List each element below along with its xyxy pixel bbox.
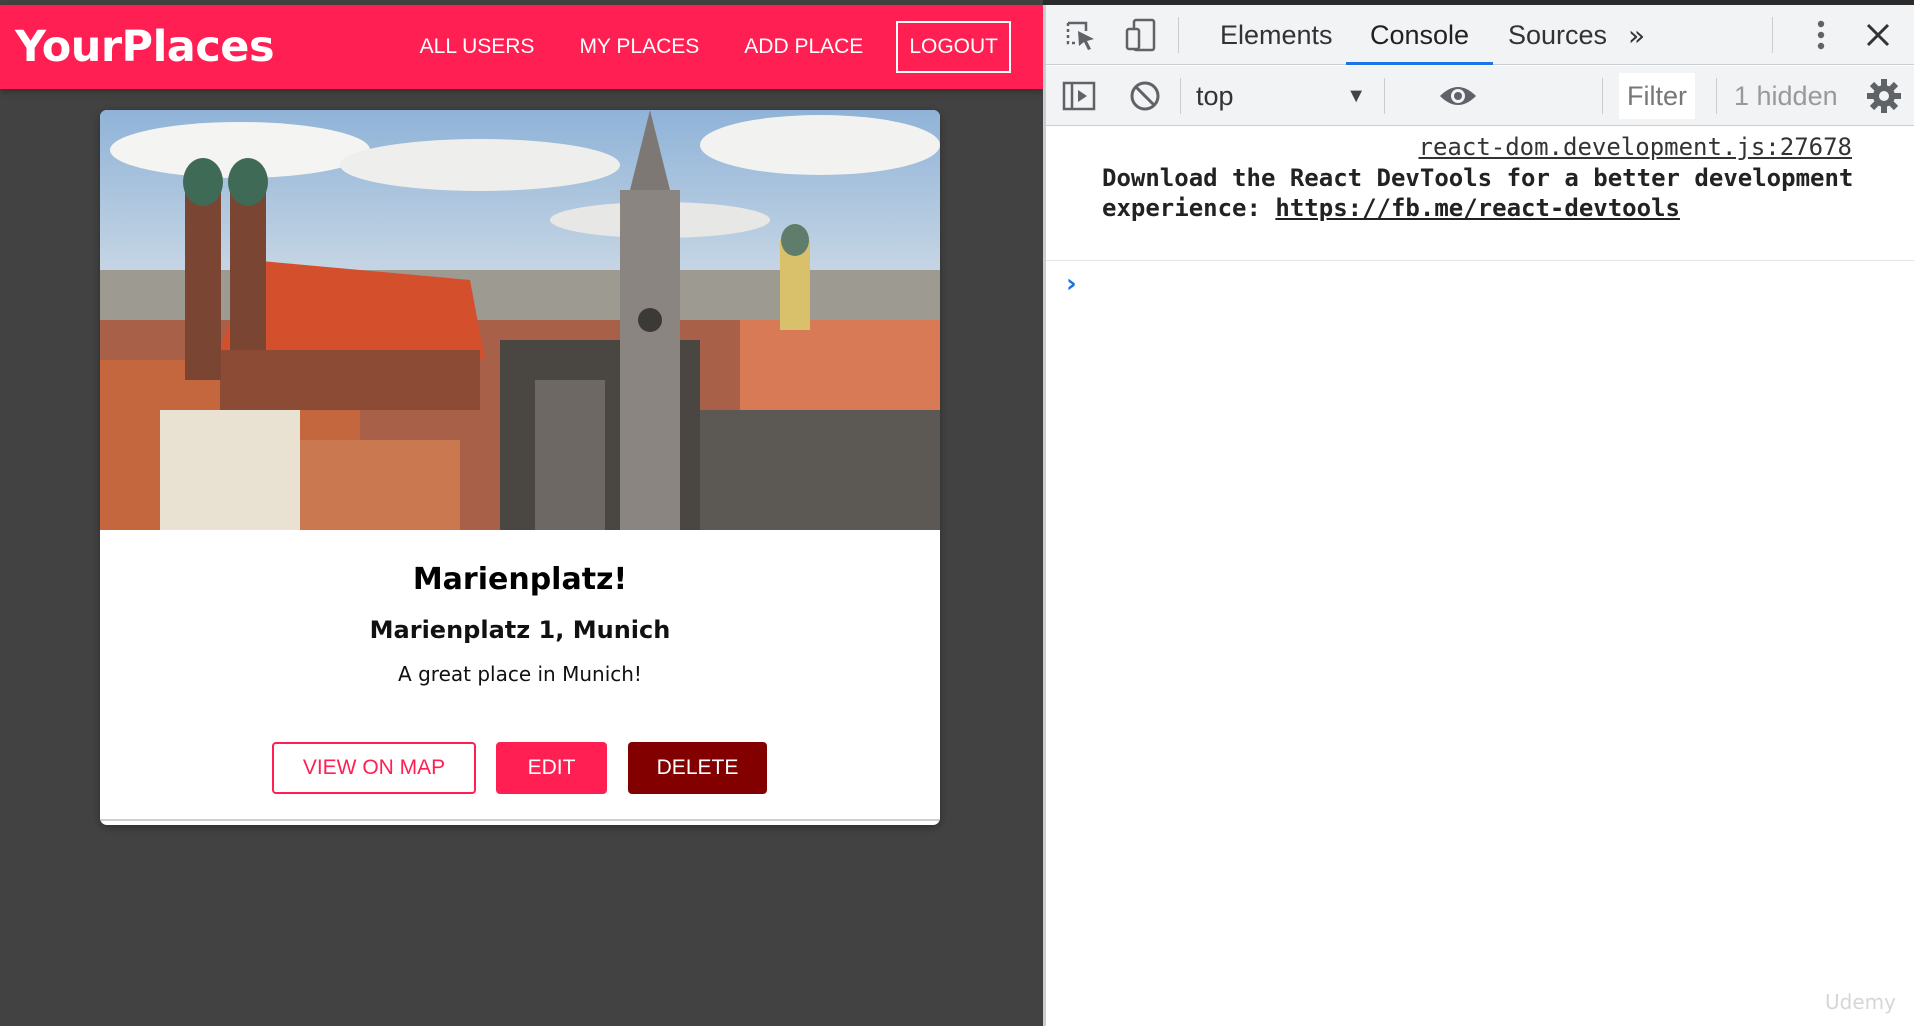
clear-console-icon[interactable] bbox=[1128, 79, 1162, 117]
device-toolbar-svg bbox=[1125, 18, 1156, 52]
console-output: react-dom.development.js:27678 Download … bbox=[1046, 127, 1914, 1026]
toolbar-separator bbox=[1180, 78, 1181, 114]
gear-svg bbox=[1867, 79, 1901, 113]
devtools-tabbar: Elements Console Sources » bbox=[1046, 5, 1914, 65]
sidebar-toggle-svg bbox=[1062, 81, 1096, 111]
message-source-link[interactable]: react-dom.development.js:27678 bbox=[1419, 133, 1852, 161]
place-address: Marienplatz 1, Munich bbox=[369, 616, 671, 644]
kebab-svg bbox=[1817, 20, 1825, 50]
nav-add-place[interactable]: ADD PLACE bbox=[744, 21, 863, 73]
divider bbox=[100, 819, 940, 821]
delete-button[interactable]: DELETE bbox=[628, 742, 767, 794]
toolbar-separator bbox=[1178, 17, 1179, 53]
tab-sources[interactable]: Sources bbox=[1484, 5, 1631, 65]
logout-button[interactable]: LOGOUT bbox=[896, 21, 1011, 73]
place-title: Marienplatz! bbox=[412, 562, 628, 597]
message-url-link[interactable]: https://fb.me/react-devtools bbox=[1275, 194, 1680, 222]
view-on-map-button[interactable]: VIEW ON MAP bbox=[272, 742, 476, 794]
eye-icon[interactable] bbox=[1438, 82, 1478, 114]
eye-svg bbox=[1440, 87, 1476, 105]
toolbar-separator bbox=[1772, 17, 1773, 53]
inspect-element-icon[interactable] bbox=[1064, 19, 1098, 57]
message-text: Download the React DevTools for a better… bbox=[1102, 163, 1882, 223]
console-toolbar: top ▼ Filter 1 hidden bbox=[1046, 66, 1914, 126]
toolbar-separator bbox=[1716, 78, 1717, 114]
tab-elements[interactable]: Elements bbox=[1196, 5, 1357, 65]
sidebar-toggle-icon[interactable] bbox=[1062, 79, 1096, 117]
main-navigation: ALL USERS MY PLACES ADD PLACE LOGOUT bbox=[420, 21, 1011, 73]
dropdown-arrow-icon: ▼ bbox=[1346, 85, 1366, 107]
hidden-messages-count[interactable]: 1 hidden bbox=[1734, 66, 1838, 126]
place-description: A great place in Munich! bbox=[398, 662, 642, 686]
place-actions: VIEW ON MAP EDIT DELETE bbox=[100, 742, 940, 794]
chevron-double-right-icon[interactable]: » bbox=[1628, 19, 1645, 52]
context-select-value: top bbox=[1196, 81, 1234, 111]
context-select[interactable]: top ▼ bbox=[1196, 66, 1366, 126]
app-viewport: YourPlaces ALL USERS MY PLACES ADD PLACE… bbox=[0, 0, 1043, 1026]
gear-icon[interactable] bbox=[1866, 78, 1902, 118]
edit-button[interactable]: EDIT bbox=[496, 742, 607, 794]
devtools-panel: Elements Console Sources » top ▼ Filter … bbox=[1043, 5, 1914, 1026]
nav-my-places[interactable]: MY PLACES bbox=[579, 21, 699, 73]
watermark-logo: Udemy bbox=[1825, 990, 1896, 1014]
place-item-card: Marienplatz! Marienplatz 1, Munich A gre… bbox=[100, 110, 940, 825]
toolbar-separator bbox=[1602, 78, 1603, 114]
inspect-element-svg bbox=[1066, 21, 1094, 50]
place-image bbox=[100, 110, 940, 530]
tab-console[interactable]: Console bbox=[1346, 5, 1494, 65]
console-prompt-icon[interactable]: › bbox=[1066, 269, 1077, 299]
close-svg bbox=[1866, 23, 1890, 47]
toolbar-separator bbox=[1384, 78, 1385, 114]
more-options-icon[interactable] bbox=[1816, 19, 1826, 55]
close-icon[interactable] bbox=[1864, 21, 1892, 53]
clear-console-svg bbox=[1130, 81, 1160, 111]
nav-all-users[interactable]: ALL USERS bbox=[420, 21, 535, 73]
device-toolbar-icon[interactable] bbox=[1124, 17, 1158, 57]
filter-input[interactable]: Filter bbox=[1619, 73, 1695, 119]
brand-logo[interactable]: YourPlaces bbox=[15, 21, 275, 73]
main-header: YourPlaces ALL USERS MY PLACES ADD PLACE… bbox=[0, 5, 1043, 89]
screen: YourPlaces ALL USERS MY PLACES ADD PLACE… bbox=[0, 0, 1914, 1026]
console-message: react-dom.development.js:27678 Download … bbox=[1046, 127, 1914, 261]
